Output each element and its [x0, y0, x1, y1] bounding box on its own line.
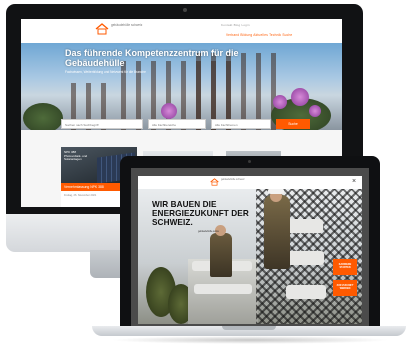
- topic-select[interactable]: Alle Fachthemen: [211, 119, 271, 129]
- laptop-notch: [222, 326, 276, 330]
- category-select[interactable]: Alle Fachbereiche: [148, 119, 206, 129]
- modal-header: gebäudehülle schweiz ×: [138, 176, 362, 189]
- keyword-search-input[interactable]: Suchen nach Suchbegriff: [61, 119, 143, 129]
- balcony: [286, 285, 326, 299]
- laptop-shadow: [110, 336, 390, 344]
- laptop-website: gebäudehülle schweiz × WIR BAUEN DIE ENE…: [131, 168, 369, 326]
- allium-flower: [309, 105, 321, 117]
- house-logo-icon[interactable]: [210, 178, 219, 186]
- worker: [264, 195, 290, 269]
- balcony: [194, 284, 252, 294]
- search-bar: Suchen nach Suchbegriff Alle Fachbereich…: [61, 119, 311, 132]
- card-tag: NPK 388 Photovoltaik- und Solaranlagen: [64, 150, 88, 162]
- laptop-camera: [248, 160, 251, 163]
- hero-title: Das führende Kompetenzzentrum für die Ge…: [65, 48, 239, 68]
- close-icon[interactable]: ×: [352, 178, 356, 185]
- future-badge[interactable]: ZUR ZUKUNFT WERDEN: [333, 280, 357, 296]
- main-nav[interactable]: Verband Bildung Aktuelles Technik Suche: [226, 33, 292, 37]
- campaign-photo: WIR BAUEN DIE ENERGIEZUKUNFT DER SCHWEIZ…: [138, 189, 362, 324]
- hero-subtitle: Fachwissen, Weiterbildung und Netzwerk f…: [65, 70, 146, 74]
- career-badge[interactable]: KARRIERE STARTEN: [333, 259, 357, 275]
- allium-flower: [161, 103, 177, 119]
- tree: [23, 103, 63, 130]
- campaign-headline: WIR BAUEN DIE ENERGIEZUKUNFT DER SCHWEIZ…: [152, 200, 249, 227]
- logo-text: gebäudehülle schweiz: [221, 178, 245, 181]
- campaign-tagline: gebäudehülle.swiss: [198, 230, 219, 233]
- logo-text: gebäudehülle schweiz: [111, 23, 143, 27]
- search-button[interactable]: Suche: [276, 119, 310, 129]
- allium-flower: [291, 88, 309, 106]
- top-nav[interactable]: Kontakt Blog Login: [221, 23, 250, 27]
- site-header: gebäudehülle schweiz Kontakt Blog Login …: [21, 19, 342, 43]
- imac-camera: [183, 8, 187, 12]
- worker: [210, 233, 232, 277]
- campaign-modal: gebäudehülle schweiz × WIR BAUEN DIE ENE…: [138, 176, 362, 324]
- hero-image: Das führende Kompetenzzentrum für die Ge…: [21, 43, 342, 130]
- allium-flower: [273, 95, 287, 109]
- house-logo-icon[interactable]: [95, 23, 109, 35]
- hard-hat: [268, 189, 284, 194]
